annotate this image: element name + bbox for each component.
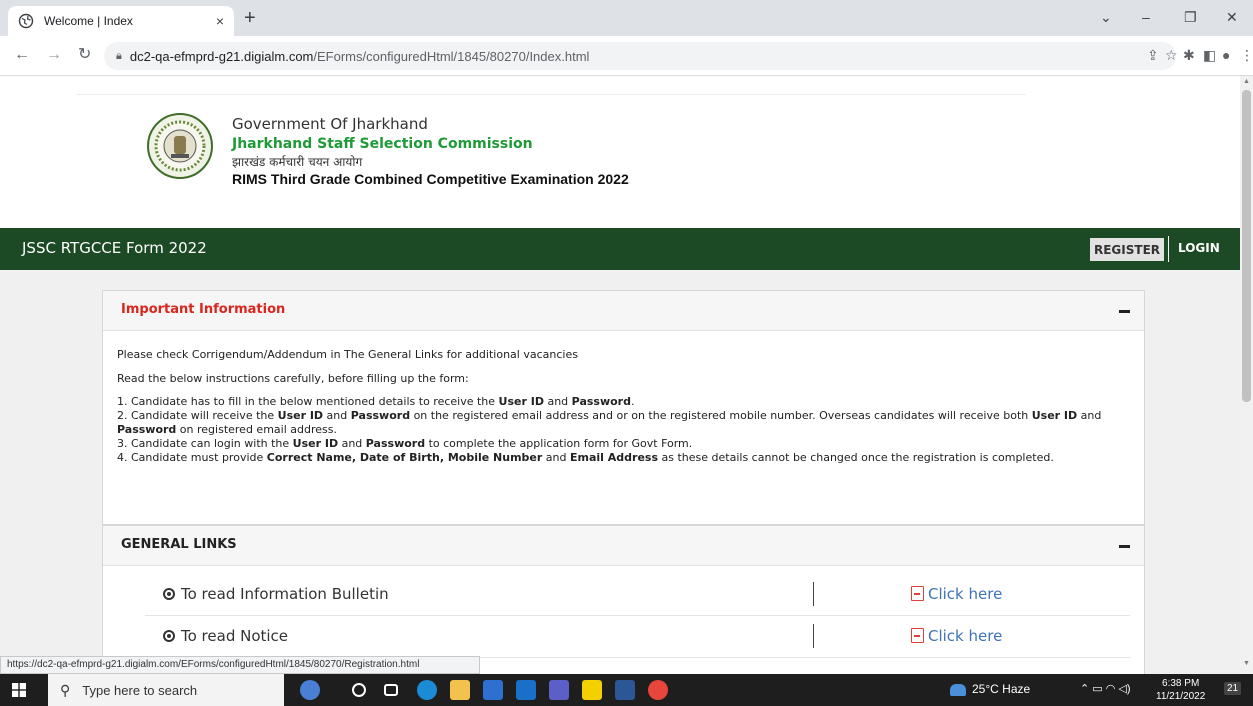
exam-title: RIMS Third Grade Combined Competitive Ex… bbox=[232, 171, 629, 187]
file-explorer-icon[interactable] bbox=[450, 680, 470, 700]
panel-title: GENERAL LINKS bbox=[121, 537, 237, 552]
forward-arrow-icon[interactable]: → bbox=[46, 47, 62, 63]
reload-icon[interactable]: ↻ bbox=[78, 47, 91, 63]
tray-icons[interactable]: ⌃ ▭ ◠ ◁) bbox=[1080, 682, 1131, 695]
page-scrollbar[interactable]: ▲ ▼ bbox=[1240, 76, 1253, 674]
notification-badge[interactable]: 21 bbox=[1224, 682, 1242, 695]
back-arrow-icon[interactable]: ← bbox=[14, 47, 30, 63]
profile-avatar-icon[interactable]: ● bbox=[1222, 48, 1230, 62]
scroll-down-icon[interactable]: ▼ bbox=[1243, 660, 1250, 667]
edge-icon[interactable] bbox=[417, 680, 437, 700]
link-label: To read Notice bbox=[163, 627, 288, 645]
radio-bullet-icon bbox=[163, 630, 175, 642]
list-item: To read Notice Click here bbox=[145, 616, 1130, 658]
panel-header[interactable]: GENERAL LINKS bbox=[103, 526, 1144, 566]
windows-taskbar: ⚲ Type here to search 25°C Haze ⌃ ▭ ◠ ◁)… bbox=[0, 674, 1253, 706]
browser-toolbar: ← → ↻ 🔒︎ dc2-qa-efmprd-g21.digialm.com/E… bbox=[0, 36, 1253, 76]
globe-icon bbox=[18, 13, 34, 29]
cortana-icon[interactable] bbox=[352, 683, 366, 697]
pdf-icon bbox=[911, 586, 924, 601]
tab-search-chevron-icon[interactable]: ⌄ bbox=[1100, 9, 1112, 26]
maximize-button[interactable]: ❐ bbox=[1184, 9, 1197, 26]
weather-text[interactable]: 25°C Haze bbox=[972, 682, 1030, 696]
chrome-icon[interactable] bbox=[648, 680, 668, 700]
people-widget-icon[interactable] bbox=[300, 680, 320, 700]
page-viewport: Government Of Jharkhand Jharkhand Staff … bbox=[0, 76, 1240, 674]
commission-title-hindi: झारखंड कर्मचारी चयन आयोग bbox=[232, 155, 363, 169]
browser-tab[interactable]: Welcome | Index × bbox=[8, 6, 234, 36]
collapse-minus-icon[interactable] bbox=[1119, 545, 1130, 548]
side-panel-icon[interactable]: ◧ bbox=[1203, 48, 1216, 62]
main-content: Important Information Please check Corri… bbox=[0, 270, 1240, 674]
government-title: Government Of Jharkhand bbox=[232, 115, 428, 133]
instructions-intro: Read the below instructions carefully, b… bbox=[117, 372, 469, 385]
search-icon: ⚲ bbox=[60, 681, 71, 698]
clock-time: 6:38 PM bbox=[1162, 678, 1200, 689]
search-placeholder: Type here to search bbox=[82, 682, 198, 698]
instruction-item: 2. Candidate will receive the User ID an… bbox=[117, 409, 1102, 436]
panel-title: Important Information bbox=[121, 302, 286, 317]
collapse-minus-icon[interactable] bbox=[1119, 310, 1130, 313]
new-tab-button[interactable]: + bbox=[244, 8, 256, 28]
tab-title: Welcome | Index bbox=[44, 14, 133, 28]
extensions-puzzle-icon[interactable]: ✱ bbox=[1183, 48, 1195, 62]
panel-header[interactable]: Important Information bbox=[103, 291, 1144, 331]
login-button[interactable]: LOGIN bbox=[1178, 241, 1220, 255]
taskbar-search-box[interactable]: ⚲ Type here to search bbox=[48, 674, 284, 706]
bookmark-star-icon[interactable]: ☆ bbox=[1165, 48, 1178, 62]
menu-kebab-icon[interactable]: ⋮ bbox=[1240, 48, 1253, 62]
instruction-item: 1. Candidate has to fill in the below me… bbox=[117, 395, 635, 408]
status-url-tooltip: https://dc2-qa-efmprd-g21.digialm.com/EF… bbox=[0, 656, 480, 674]
url-text: dc2-qa-efmprd-g21.digialm.com/EForms/con… bbox=[129, 48, 590, 64]
header-divider bbox=[76, 94, 1026, 95]
taskbar-clock[interactable]: 6:38 PM 11/21/2022 bbox=[1156, 677, 1205, 703]
top-navbar: JSSC RTGCCE Form 2022 REGISTER LOGIN bbox=[0, 228, 1240, 270]
general-links-panel: GENERAL LINKS To read Information Bullet… bbox=[102, 525, 1145, 674]
sticky-notes-icon[interactable] bbox=[582, 680, 602, 700]
list-item: To read Information Bulletin Click here bbox=[145, 574, 1130, 616]
click-here-link[interactable]: Click here bbox=[911, 585, 1002, 603]
pdf-icon bbox=[911, 628, 924, 643]
lock-icon: 🔒︎ bbox=[116, 49, 122, 62]
commission-title: Jharkhand Staff Selection Commission bbox=[232, 136, 533, 152]
window-close-button[interactable]: ✕ bbox=[1226, 9, 1238, 26]
tab-close-icon[interactable]: × bbox=[216, 13, 224, 29]
scrollbar-thumb[interactable] bbox=[1242, 90, 1251, 402]
jssc-emblem-logo bbox=[147, 113, 213, 179]
scroll-up-icon[interactable]: ▲ bbox=[1243, 78, 1250, 85]
navbar-brand[interactable]: JSSC RTGCCE Form 2022 bbox=[22, 239, 207, 257]
click-here-link[interactable]: Click here bbox=[911, 627, 1002, 645]
weather-icon bbox=[950, 684, 966, 696]
page-header: Government Of Jharkhand Jharkhand Staff … bbox=[0, 76, 1240, 228]
row-separator bbox=[813, 624, 814, 648]
register-button[interactable]: REGISTER bbox=[1090, 238, 1164, 261]
instruction-item: 4. Candidate must provide Correct Name, … bbox=[117, 451, 1054, 464]
navbar-separator bbox=[1168, 236, 1169, 262]
minimize-button[interactable]: – bbox=[1142, 9, 1150, 25]
link-label: To read Information Bulletin bbox=[163, 585, 389, 603]
share-icon[interactable]: ⇪ bbox=[1147, 48, 1159, 62]
row-separator bbox=[813, 582, 814, 606]
important-info-body: Please check Corrigendum/Addendum in The… bbox=[103, 331, 1144, 465]
browser-tab-strip: Welcome | Index × + ⌄ – ❐ ✕ bbox=[0, 0, 1253, 36]
address-bar[interactable]: 🔒︎ dc2-qa-efmprd-g21.digialm.com/EForms/… bbox=[104, 42, 1176, 70]
corrigendum-note: Please check Corrigendum/Addendum in The… bbox=[117, 348, 578, 361]
instructions-list: 1. Candidate has to fill in the below me… bbox=[117, 395, 1130, 465]
store-icon[interactable] bbox=[483, 680, 503, 700]
word-icon[interactable] bbox=[615, 680, 635, 700]
clock-date: 11/21/2022 bbox=[1156, 691, 1206, 702]
teams-icon[interactable] bbox=[549, 680, 569, 700]
windows-start-icon[interactable] bbox=[12, 683, 26, 697]
outlook-icon[interactable] bbox=[516, 680, 536, 700]
header-text-block: Government Of Jharkhand Jharkhand Staff … bbox=[232, 114, 629, 188]
task-view-icon[interactable] bbox=[384, 684, 398, 696]
important-information-panel: Important Information Please check Corri… bbox=[102, 290, 1145, 525]
instruction-item: 3. Candidate can login with the User ID … bbox=[117, 437, 693, 450]
radio-bullet-icon bbox=[163, 588, 175, 600]
